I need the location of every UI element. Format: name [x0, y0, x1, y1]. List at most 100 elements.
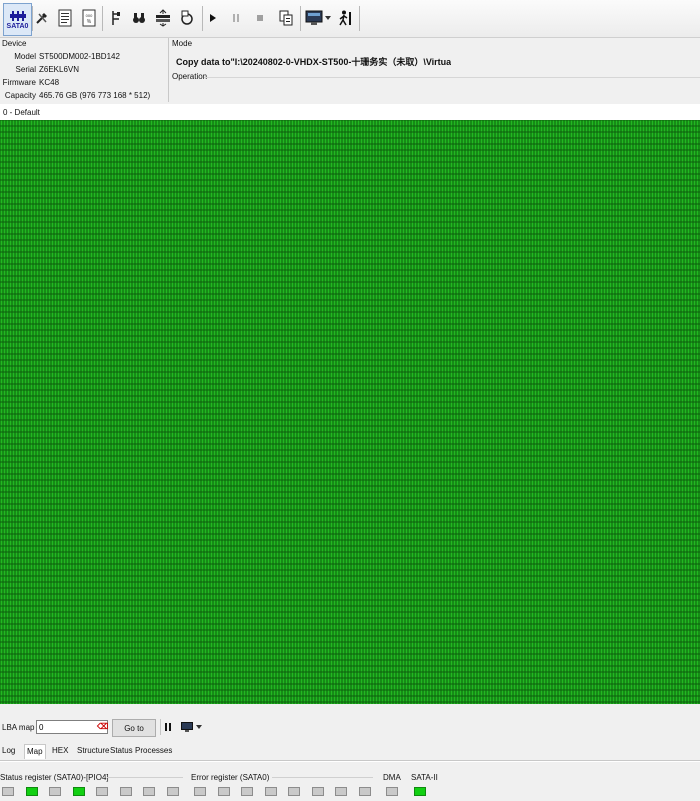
error-register-led-6	[335, 787, 347, 796]
device-serial-row: Serial Z6EKL6VN	[0, 65, 168, 77]
map-title: 0 - Default	[3, 108, 40, 117]
block-map[interactable]	[0, 120, 700, 704]
mode-text: Copy data to"I:\20240802-0-VHDX-ST500-十珊…	[176, 57, 451, 67]
error-register-label: Error register (SATA0)	[191, 773, 270, 782]
capacity-label: Capacity	[4, 91, 36, 100]
sata-port-icon	[9, 10, 26, 21]
sata-port-button[interactable]: SATA0	[3, 3, 32, 36]
serial-value: Z6EKL6VN	[39, 65, 80, 74]
tab-hex[interactable]: HEX	[52, 746, 68, 755]
pause-button[interactable]	[229, 5, 243, 31]
tab-processes[interactable]: Processes	[135, 746, 172, 755]
firmware-value: KC48	[39, 78, 60, 87]
operation-divider	[204, 77, 700, 78]
pause-icon	[165, 723, 171, 731]
status-register-led-0	[2, 787, 14, 796]
device-model-row: Model ST500DM002-1BD142	[0, 52, 168, 64]
tab-status[interactable]: Status	[110, 746, 133, 755]
play-button[interactable]	[206, 5, 220, 31]
toolbar-separator	[32, 6, 33, 31]
run-button[interactable]	[338, 5, 354, 31]
smart-button[interactable]: 000 %	[81, 5, 97, 31]
sector-editor-button[interactable]	[57, 5, 73, 31]
error-register-led-7	[358, 787, 371, 796]
sata-port-label: SATA0	[6, 22, 29, 30]
tools-button[interactable]	[34, 5, 50, 31]
serial-label: Serial	[15, 65, 36, 74]
status-register-led-1	[25, 787, 38, 796]
operation-label: Operation	[172, 72, 208, 81]
tab-map[interactable]: Map	[24, 744, 46, 759]
stop-button[interactable]	[253, 5, 267, 31]
probe-icon	[112, 11, 120, 25]
power-button[interactable]	[178, 5, 196, 31]
monitor-dropdown-button[interactable]	[304, 5, 332, 31]
mode-label: Mode	[172, 39, 193, 48]
run-icon	[339, 10, 351, 26]
hdd-scan-button[interactable]	[154, 5, 172, 31]
status-bar: Status register (SATA0)-[PIO4] Error reg…	[0, 761, 700, 801]
error-register-led-3	[264, 787, 277, 796]
block-map-grid	[0, 120, 700, 704]
sata2-led	[414, 787, 426, 796]
sata2-label: SATA-II	[411, 773, 438, 782]
device-label: Device	[2, 39, 27, 48]
play-icon	[210, 14, 216, 22]
goto-label: Go to	[124, 723, 144, 733]
status-register-divider	[107, 777, 183, 778]
hdd-scan-icon	[156, 9, 170, 27]
smart-icon: 000 %	[82, 9, 96, 27]
svg-text:000: 000	[86, 13, 93, 18]
copy-button[interactable]	[277, 5, 295, 31]
info-divider	[168, 38, 169, 102]
chevron-down-icon	[195, 725, 202, 729]
capacity-value: 465.76 GB (976 773 168 * 512)	[39, 91, 151, 100]
block-map-cells	[0, 120, 700, 704]
status-register-led-6	[143, 787, 155, 796]
error-register-led-1	[217, 787, 230, 796]
status-register-led-2	[49, 787, 61, 796]
search-button[interactable]	[131, 5, 147, 31]
toolbar-separator	[359, 6, 360, 31]
error-register-led-5	[311, 787, 324, 796]
info-panel: Device Model ST500DM002-1BD142 Serial Z6…	[0, 38, 700, 104]
device-firmware-row: Firmware KC48	[0, 78, 168, 90]
map-pause-button[interactable]	[160, 719, 175, 735]
status-register-led-5	[119, 787, 132, 796]
pause-icon	[233, 14, 239, 22]
sector-editor-icon	[58, 9, 72, 27]
toolbar-separator	[202, 6, 203, 31]
toolbar-separator	[102, 6, 103, 31]
copy-icon	[279, 10, 293, 26]
error-register-divider	[272, 777, 373, 778]
device-capacity-row: Capacity 465.76 GB (976 773 168 * 512)	[0, 91, 168, 103]
toolbar: SATA0 000 %	[0, 0, 700, 38]
status-register-label: Status register (SATA0)-[PIO4]	[0, 773, 109, 782]
power-icon	[181, 10, 193, 25]
toolbar-separator	[300, 6, 301, 31]
map-header: 0 - Default	[0, 104, 700, 120]
model-label: Model	[14, 52, 36, 61]
chevron-down-icon	[325, 16, 331, 20]
status-register-led-4	[96, 787, 108, 796]
firmware-label: Firmware	[2, 78, 36, 87]
tab-log[interactable]: Log	[2, 746, 15, 755]
binoculars-icon	[133, 13, 145, 23]
clear-icon[interactable]: ⌫	[97, 722, 108, 731]
tab-structure[interactable]: Structure	[77, 746, 109, 755]
error-register-led-0	[194, 787, 206, 796]
error-register-led-2	[241, 787, 253, 796]
map-view-dropdown[interactable]	[178, 719, 204, 735]
probe-button[interactable]	[108, 5, 124, 31]
goto-button[interactable]: Go to	[112, 719, 156, 737]
status-register-led-3	[72, 787, 85, 796]
tab-bar: Log Map HEX Structure Status Processes	[0, 742, 700, 761]
stop-icon	[257, 15, 263, 21]
monitor-icon	[180, 722, 193, 732]
svg-text:%: %	[87, 19, 92, 25]
tools-icon	[36, 13, 47, 24]
dma-led	[386, 787, 398, 796]
dma-label: DMA	[383, 773, 401, 782]
model-value: ST500DM002-1BD142	[39, 52, 120, 61]
error-register-led-4	[288, 787, 300, 796]
